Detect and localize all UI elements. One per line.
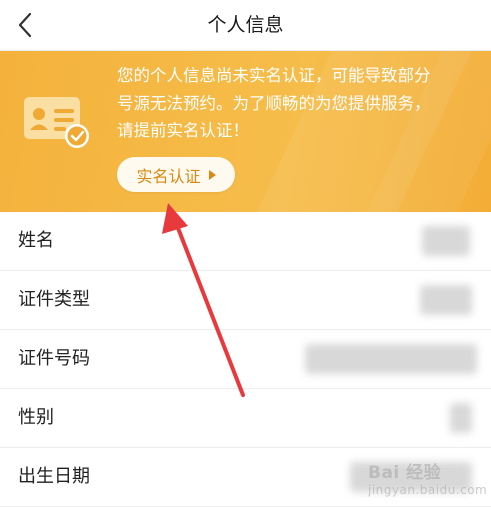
field-label: 性别 bbox=[18, 407, 54, 428]
field-label: 证件类型 bbox=[18, 289, 90, 310]
verification-banner: 您的个人信息尚未实名认证，可能导致部分 号源无法预约。为了顺畅的为您提供服务， … bbox=[0, 51, 491, 212]
verification-message: 您的个人信息尚未实名认证，可能导致部分 号源无法预约。为了顺畅的为您提供服务， … bbox=[117, 62, 477, 145]
id-card-icon bbox=[24, 97, 89, 148]
list-item-gender[interactable]: 性别 bbox=[0, 389, 491, 448]
redacted-value bbox=[420, 285, 472, 315]
message-line: 请提前实名认证！ bbox=[117, 121, 249, 140]
field-label: 证件号码 bbox=[18, 348, 90, 369]
redacted-value bbox=[422, 226, 470, 256]
play-arrow-icon bbox=[208, 169, 216, 180]
baidu-watermark: Bai 经验 jingyan.baidu.com bbox=[368, 458, 487, 497]
field-label: 出生日期 bbox=[18, 466, 90, 487]
redacted-value bbox=[450, 403, 472, 433]
message-line: 您的个人信息尚未实名认证，可能导致部分 bbox=[117, 66, 431, 85]
watermark-url: jingyan.baidu.com bbox=[368, 483, 488, 497]
redacted-value bbox=[305, 344, 477, 374]
list-item-id-type[interactable]: 证件类型 bbox=[0, 271, 491, 330]
top-bar: 个人信息 bbox=[0, 0, 491, 51]
page-title: 个人信息 bbox=[207, 14, 284, 36]
verify-button-label: 实名认证 bbox=[136, 166, 201, 186]
list-item-id-number[interactable]: 证件号码 bbox=[0, 330, 491, 389]
message-line: 号源无法预约。为了顺畅的为您提供服务， bbox=[117, 93, 431, 113]
list-item-name[interactable]: 姓名 bbox=[0, 212, 491, 271]
watermark-text: Bai 经验 bbox=[368, 463, 442, 483]
field-label: 姓名 bbox=[18, 230, 54, 251]
real-name-verify-button[interactable]: 实名认证 bbox=[117, 157, 235, 192]
